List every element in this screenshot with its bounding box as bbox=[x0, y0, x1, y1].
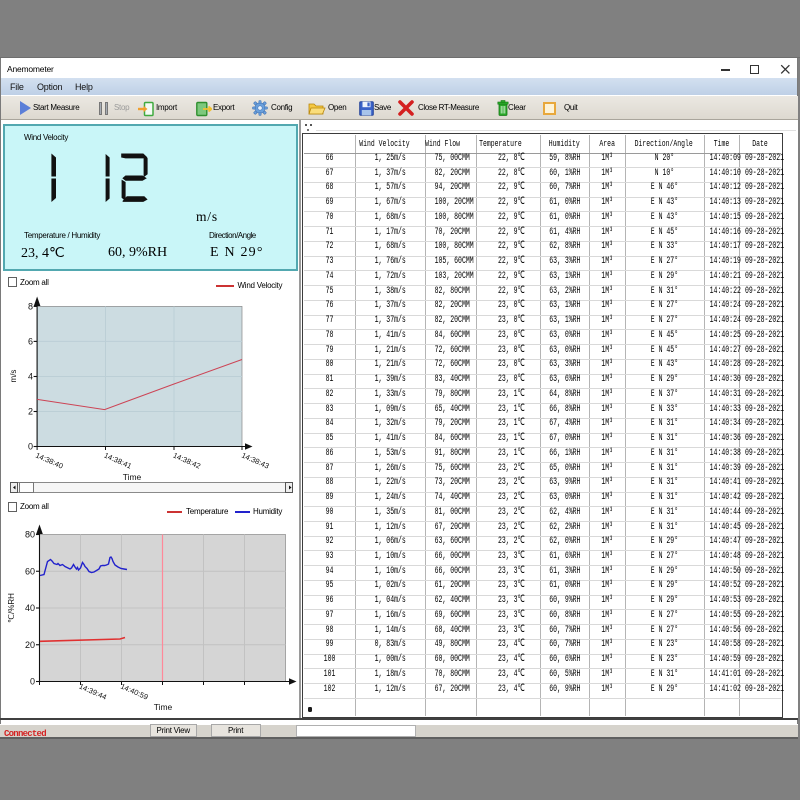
svg-text:14:38:40: 14:38:40 bbox=[34, 451, 64, 471]
svg-text:40: 40 bbox=[25, 603, 35, 613]
svg-text:60: 60 bbox=[25, 566, 35, 576]
svg-text:Time: Time bbox=[154, 702, 173, 712]
svg-text:℃/%RH: ℃/%RH bbox=[7, 593, 16, 623]
svg-text:14:40:59: 14:40:59 bbox=[119, 682, 149, 702]
svg-text:m/s: m/s bbox=[9, 370, 18, 383]
svg-text:20: 20 bbox=[25, 640, 35, 650]
svg-text:14:38:43: 14:38:43 bbox=[240, 451, 270, 471]
svg-text:14:38:41: 14:38:41 bbox=[103, 451, 133, 471]
svg-text:14:38:42: 14:38:42 bbox=[172, 451, 202, 471]
svg-text:0: 0 bbox=[30, 677, 35, 687]
svg-text:0: 0 bbox=[28, 442, 33, 452]
svg-text:6: 6 bbox=[28, 337, 33, 347]
svg-text:14:39:44: 14:39:44 bbox=[78, 682, 108, 702]
svg-text:8: 8 bbox=[28, 302, 33, 312]
svg-text:4: 4 bbox=[28, 372, 33, 382]
svg-text:2: 2 bbox=[28, 407, 33, 417]
svg-text:Time: Time bbox=[123, 472, 142, 482]
svg-text:80: 80 bbox=[25, 530, 35, 540]
